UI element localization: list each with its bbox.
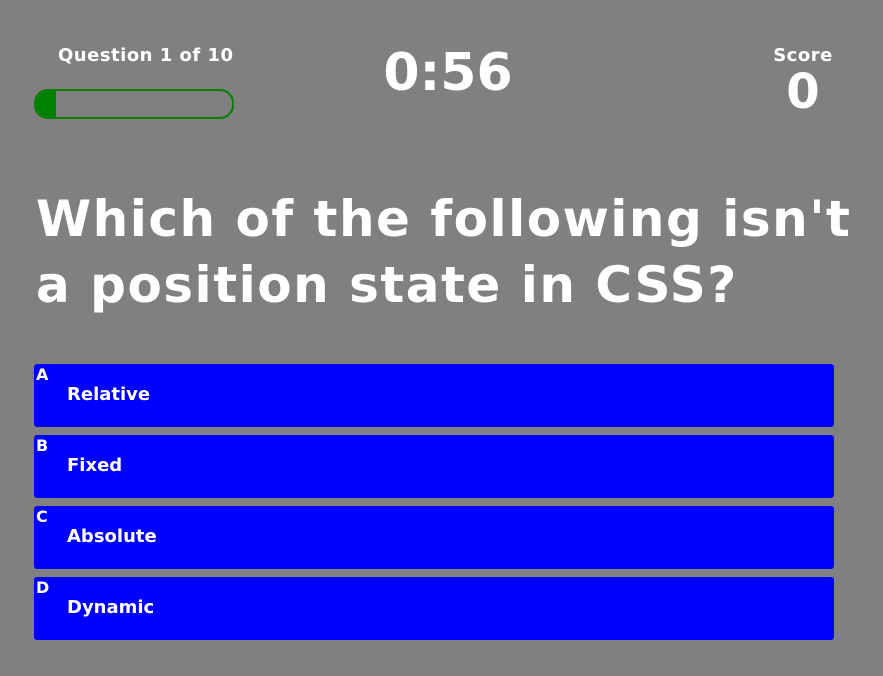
answer-letter: B	[36, 436, 49, 455]
question-text: Which of the following isn't a position …	[36, 190, 852, 314]
answer-button-a[interactable]: A Relative	[34, 364, 834, 427]
answer-button-d[interactable]: D Dynamic	[34, 577, 834, 640]
answer-label: Absolute	[67, 526, 157, 547]
score-box: Score 0	[773, 45, 833, 119]
answer-button-c[interactable]: C Absolute	[34, 506, 834, 569]
answer-list: A Relative B Fixed C Absolute D Dynamic	[34, 364, 834, 648]
answer-button-b[interactable]: B Fixed	[34, 435, 834, 498]
answer-label: Relative	[67, 384, 151, 405]
answer-label: Dynamic	[67, 597, 155, 618]
answer-label: Fixed	[67, 455, 123, 476]
answer-letter: D	[36, 578, 50, 597]
score-label: Score	[773, 45, 833, 66]
score-value: 0	[786, 64, 820, 120]
answer-letter: A	[36, 365, 49, 384]
answer-letter: C	[36, 507, 48, 526]
timer: 0:56	[383, 43, 513, 103]
